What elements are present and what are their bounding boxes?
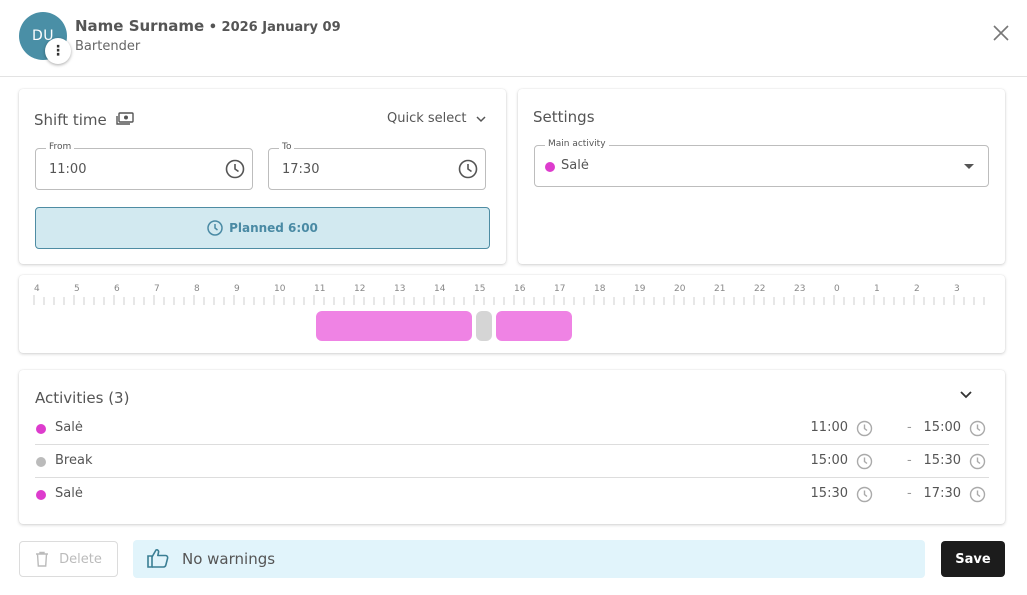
employee-name-text: Name Surname — [75, 17, 205, 35]
clock-icon[interactable] — [969, 453, 986, 470]
time-separator: - — [907, 453, 912, 468]
timeline-hour-label: 5 — [74, 284, 80, 294]
warnings-text: No warnings — [182, 550, 276, 568]
to-time-field[interactable]: To 17:30 — [268, 142, 486, 190]
timeline-hour-label: 8 — [194, 284, 200, 294]
timeline-hour-label: 11 — [314, 284, 325, 294]
timeline-activity-block[interactable] — [496, 311, 572, 341]
timeline-hour-label: 14 — [434, 284, 446, 294]
main-activity-select[interactable]: Main activity Salė — [534, 139, 989, 187]
activity-color-dot — [36, 490, 46, 500]
shift-timeline[interactable]: 4 5 6 7 8 9 10 11 12 13 14 15 16 17 18 19 20 21 22 23 0 1 2 3 — [19, 275, 1005, 353]
activity-color-dot — [545, 162, 555, 172]
avatar-menu-icon[interactable]: ⋮ — [45, 38, 71, 64]
timeline-hour-label: 21 — [714, 284, 725, 294]
timeline-hour-label: 23 — [794, 284, 805, 294]
activity-color-dot — [36, 424, 46, 434]
shift-time-card: Shift time Quick select From 11:00 To 17… — [19, 89, 506, 264]
clock-icon[interactable] — [969, 420, 986, 437]
timeline-hour-label: 13 — [394, 284, 405, 294]
timeline-activity-block[interactable] — [476, 311, 492, 341]
close-button[interactable] — [988, 20, 1014, 46]
cash-icon[interactable] — [116, 112, 134, 126]
delete-label: Delete — [59, 551, 102, 567]
quick-select-dropdown[interactable]: Quick select — [387, 111, 487, 126]
timeline-hour-label: 17 — [554, 284, 565, 294]
delete-button[interactable]: Delete — [19, 541, 118, 577]
timeline-hour-label: 22 — [754, 284, 765, 294]
timeline-hour-label: 19 — [634, 284, 646, 294]
activities-card: Activities (3) Salė 11:00 - 15:00 Break … — [19, 370, 1005, 524]
timeline-hour-label: 10 — [274, 284, 286, 294]
timeline-hour-label: 18 — [594, 284, 606, 294]
settings-title: Settings — [533, 108, 595, 126]
caret-down-icon — [964, 164, 974, 169]
clock-icon — [207, 220, 223, 236]
main-activity-label: Main activity — [545, 139, 609, 149]
main-activity-value: Salė — [561, 158, 589, 173]
timeline-hour-label: 6 — [114, 284, 120, 294]
activity-end-time[interactable]: 17:30 — [924, 486, 961, 501]
clock-icon[interactable] — [225, 159, 245, 179]
activity-name: Break — [55, 453, 93, 468]
warnings-bar: No warnings — [133, 540, 925, 578]
from-time-field[interactable]: From 11:00 — [35, 142, 253, 190]
timeline-card: 4 5 6 7 8 9 10 11 12 13 14 15 16 17 18 19 20 21 22 23 0 1 2 3 — [19, 275, 1005, 353]
from-label: From — [46, 142, 75, 152]
timeline-hour-label: 20 — [674, 284, 686, 294]
activity-name: Salė — [55, 486, 83, 501]
timeline-hour-label: 0 — [834, 284, 840, 294]
timeline-hour-label: 15 — [474, 284, 485, 294]
employee-role: Bartender — [75, 39, 141, 54]
activity-row[interactable]: Salė 11:00 - 15:00 — [35, 412, 989, 445]
quick-select-label: Quick select — [387, 111, 467, 126]
activity-color-dot — [36, 457, 46, 467]
timeline-hour-label: 16 — [514, 284, 526, 294]
timeline-hour-label: 7 — [154, 284, 160, 294]
timeline-hour-label: 9 — [234, 284, 240, 294]
employee-name: Name Surname • 2026 January 09 — [75, 17, 341, 35]
clock-icon[interactable] — [856, 420, 873, 437]
timeline-hour-label: 3 — [954, 284, 960, 294]
activity-start-time[interactable]: 11:00 — [811, 420, 848, 435]
save-button[interactable]: Save — [941, 541, 1005, 577]
activities-title: Activities (3) — [35, 389, 130, 407]
dialog-header: DU ⋮ Name Surname • 2026 January 09 Bart… — [0, 0, 1027, 77]
activity-end-time[interactable]: 15:30 — [924, 453, 961, 468]
activity-end-time[interactable]: 15:00 — [924, 420, 961, 435]
clock-icon[interactable] — [856, 486, 873, 503]
activity-start-time[interactable]: 15:30 — [811, 486, 848, 501]
clock-icon[interactable] — [458, 159, 478, 179]
activity-name: Salė — [55, 420, 83, 435]
chevron-down-icon[interactable] — [959, 390, 973, 400]
from-value[interactable]: 11:00 — [49, 162, 86, 177]
to-value[interactable]: 17:30 — [282, 162, 319, 177]
time-separator: - — [907, 420, 912, 435]
shift-date: • 2026 January 09 — [204, 20, 341, 35]
close-icon — [993, 25, 1009, 41]
shift-time-title: Shift time — [34, 111, 107, 129]
activity-row[interactable]: Break 15:00 - 15:30 — [35, 445, 989, 478]
activity-row[interactable]: Salė 15:30 - 17:30 — [35, 478, 989, 511]
settings-card: Settings Main activity Salė — [518, 89, 1005, 264]
timeline-hour-label: 2 — [914, 284, 920, 294]
time-separator: - — [907, 486, 912, 501]
activity-start-time[interactable]: 15:00 — [811, 453, 848, 468]
chevron-down-icon — [476, 115, 486, 122]
save-label: Save — [955, 551, 991, 567]
to-label: To — [279, 142, 295, 152]
planned-duration-label: Planned 6:00 — [229, 221, 318, 235]
timeline-hour-label: 12 — [354, 284, 365, 294]
thumbs-up-icon — [147, 549, 169, 568]
clock-icon[interactable] — [969, 486, 986, 503]
clock-icon[interactable] — [856, 453, 873, 470]
trash-icon — [36, 551, 49, 567]
timeline-hour-label: 1 — [874, 284, 880, 294]
timeline-activity-block[interactable] — [316, 311, 472, 341]
planned-duration-badge: Planned 6:00 — [35, 207, 490, 249]
timeline-hour-label: 4 — [34, 284, 40, 294]
